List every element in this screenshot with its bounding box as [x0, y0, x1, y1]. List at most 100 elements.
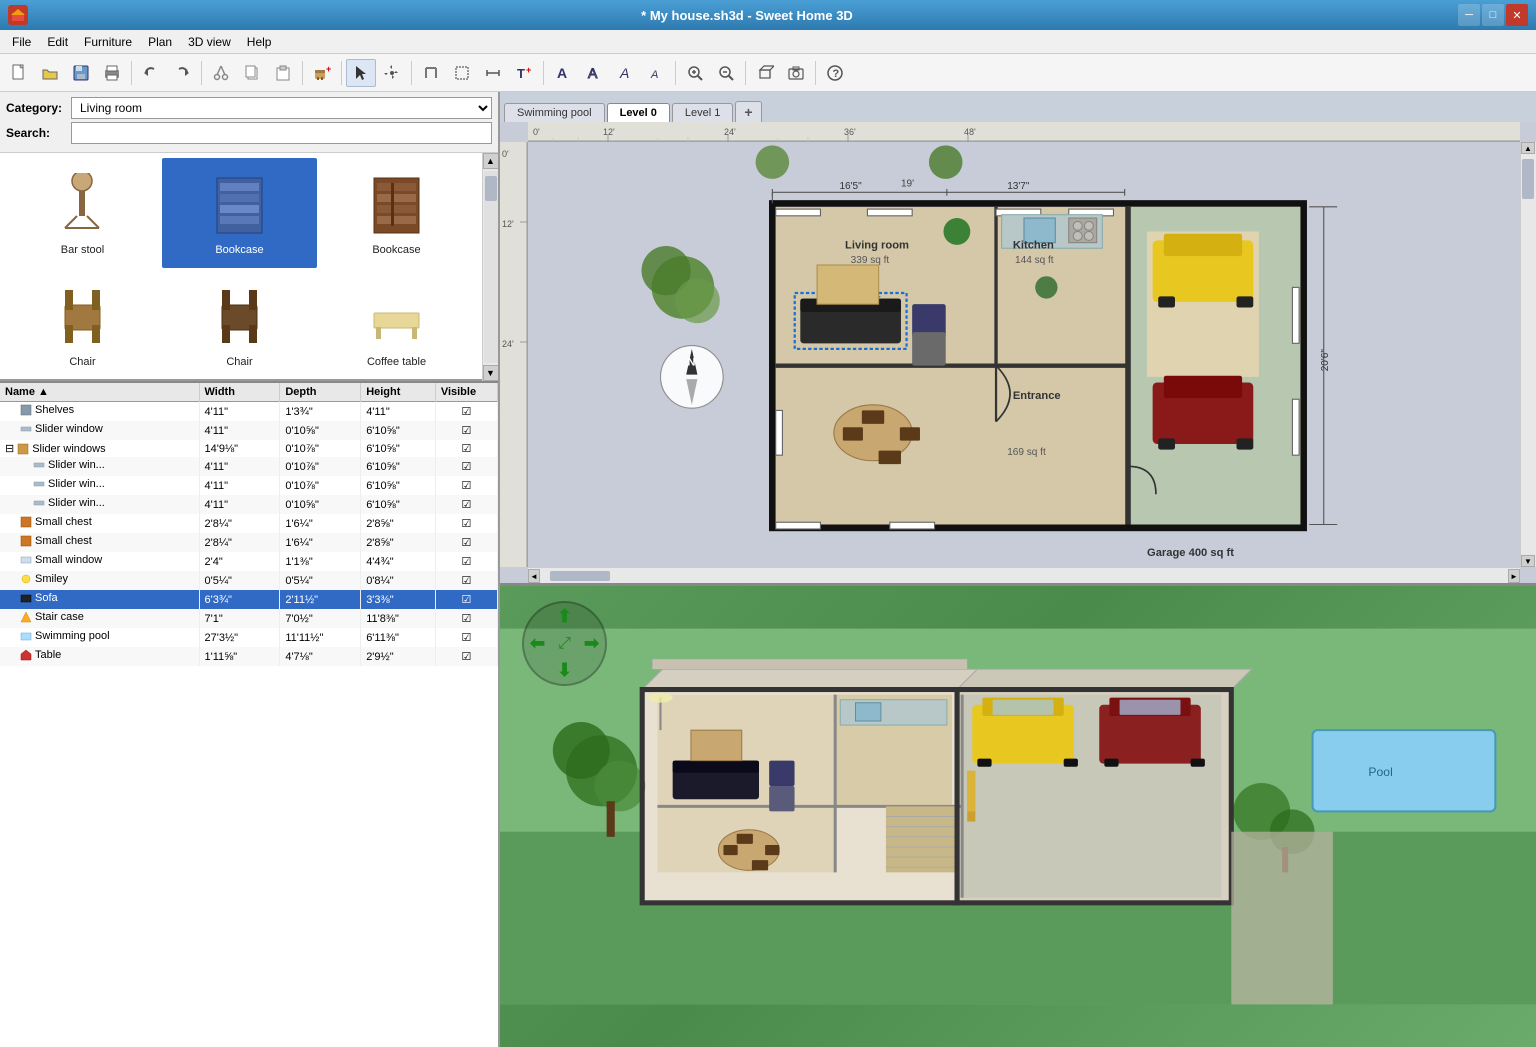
col-height[interactable]: Height — [361, 383, 436, 402]
maximize-button[interactable]: □ — [1482, 4, 1504, 26]
table-row[interactable]: Slider win... 4'11" 0'10⅞" 6'10⅝" ☑ — [0, 457, 498, 476]
tab-swimming-pool[interactable]: Swimming pool — [504, 103, 605, 122]
category-row: Category: Living room Bedroom Kitchen Ba… — [6, 97, 492, 119]
svg-text:+: + — [326, 64, 331, 74]
views-container: 0' 12' 24' 36' 48' — [500, 122, 1536, 1047]
title-bar: * My house.sh3d - Sweet Home 3D ─ □ ✕ — [0, 0, 1536, 30]
create-label-button[interactable]: T+ — [509, 59, 539, 87]
col-visible[interactable]: Visible — [435, 383, 497, 402]
plan-hscrollbar[interactable]: ◄ ► — [528, 567, 1520, 583]
col-width[interactable]: Width — [199, 383, 280, 402]
svg-text:Living room: Living room — [845, 239, 909, 251]
furniture-item-bookcase1[interactable]: Bookcase — [162, 158, 317, 268]
svg-text:36': 36' — [844, 127, 856, 137]
nav-down[interactable]: ⬇ — [557, 660, 572, 681]
open-button[interactable] — [35, 59, 65, 87]
create-wall-button[interactable] — [416, 59, 446, 87]
menu-help[interactable]: Help — [239, 33, 280, 51]
plan-vscrollbar[interactable]: ▲ ▼ — [1520, 142, 1536, 567]
cut-button[interactable] — [206, 59, 236, 87]
table-row[interactable]: Small chest 2'8¼" 1'6¼" 2'8⅝" ☑ — [0, 533, 498, 552]
row-visible: ☑ — [435, 628, 497, 647]
new-button[interactable] — [4, 59, 34, 87]
help-button[interactable]: ? — [820, 59, 850, 87]
paste-button[interactable] — [268, 59, 298, 87]
table-row[interactable]: Slider window 4'11" 0'10⅝" 6'10⅝" ☑ — [0, 421, 498, 440]
table-row[interactable]: Small chest 2'8¼" 1'6¼" 2'8⅝" ☑ — [0, 514, 498, 533]
plan-view-area: 0' 12' 24' 36' 48' — [500, 122, 1536, 583]
nav-left[interactable]: ⬅ — [530, 633, 545, 654]
bookcase2-icon — [362, 171, 432, 241]
grid-scroll-down[interactable]: ▼ — [483, 365, 499, 381]
tab-level0[interactable]: Level 0 — [607, 103, 670, 122]
menu-edit[interactable]: Edit — [39, 33, 76, 51]
table-row[interactable]: Shelves 4'11" 1'3¾" 4'11" ☑ — [0, 402, 498, 422]
nav-up[interactable]: ⬆ — [557, 606, 572, 627]
save-button[interactable] — [66, 59, 96, 87]
menu-bar: File Edit Furniture Plan 3D view Help — [0, 30, 1536, 54]
svg-text:Garage 400 sq ft: Garage 400 sq ft — [1147, 547, 1234, 559]
svg-text:A: A — [650, 69, 658, 81]
coffee-table-label: Coffee table — [367, 356, 426, 368]
text-style-bold[interactable]: A — [548, 59, 578, 87]
row-visible: ☑ — [435, 590, 497, 609]
text-style-small[interactable]: A — [641, 59, 671, 87]
table-row[interactable]: Slider win... 4'11" 0'10⅝" 6'10⅝" ☑ — [0, 495, 498, 514]
row-name: Small chest — [0, 514, 199, 533]
col-depth[interactable]: Depth — [280, 383, 361, 402]
menu-plan[interactable]: Plan — [140, 33, 180, 51]
create-room-button[interactable] — [447, 59, 477, 87]
table-row[interactable]: ⊟ Slider windows 14'9⅛" 0'10⅞" 6'10⅝" ☑ — [0, 440, 498, 457]
bar-stool-label: Bar stool — [61, 244, 104, 256]
col-name[interactable]: Name ▲ — [0, 383, 199, 402]
plan-content[interactable]: N 16'5" 13'7" — [528, 142, 1520, 567]
furniture-item-bar-stool[interactable]: Bar stool — [5, 158, 160, 268]
table-row[interactable]: Slider win... 4'11" 0'10⅞" 6'10⅝" ☑ — [0, 476, 498, 495]
table-row[interactable]: Small window 2'4" 1'1⅜" 4'4¾" ☑ — [0, 552, 498, 571]
add-level-tab[interactable]: + — [735, 101, 761, 122]
zoom-in-button[interactable] — [680, 59, 710, 87]
close-button[interactable]: ✕ — [1506, 4, 1528, 26]
text-style-italic[interactable]: A — [610, 59, 640, 87]
furniture-item-coffee-table[interactable]: Coffee table — [319, 270, 474, 380]
copy-button[interactable] — [237, 59, 267, 87]
zoom-out-button[interactable] — [711, 59, 741, 87]
table-row[interactable]: Stair case 7'1" 7'0½" 11'8⅜" ☑ — [0, 609, 498, 628]
select-button[interactable] — [346, 59, 376, 87]
menu-file[interactable]: File — [4, 33, 39, 51]
svg-text:169 sq ft: 169 sq ft — [1007, 447, 1046, 458]
add-furniture-button[interactable]: + — [307, 59, 337, 87]
nav-right[interactable]: ➡ — [584, 633, 599, 654]
table-row[interactable]: Table 1'11⅝" 4'7⅛" 2'9½" ☑ — [0, 647, 498, 666]
svg-text:12': 12' — [502, 219, 514, 229]
window-controls: ─ □ ✕ — [1458, 4, 1528, 26]
row-visible: ☑ — [435, 402, 497, 422]
furniture-item-chair1[interactable]: Chair — [5, 270, 160, 380]
redo-button[interactable] — [167, 59, 197, 87]
menu-3dview[interactable]: 3D view — [180, 33, 239, 51]
row-height: 4'11" — [361, 402, 436, 422]
menu-furniture[interactable]: Furniture — [76, 33, 140, 51]
text-style-outline[interactable]: A — [579, 59, 609, 87]
svg-text:T: T — [517, 66, 525, 81]
furniture-grid-wrapper: Bar stool Bookcase — [0, 153, 498, 383]
photo-button[interactable] — [781, 59, 811, 87]
furniture-item-chair2[interactable]: Chair — [162, 270, 317, 380]
table-row-sofa[interactable]: Sofa 6'3¾" 2'11½" 3'3⅜" ☑ — [0, 590, 498, 609]
tab-level1[interactable]: Level 1 — [672, 103, 733, 122]
undo-button[interactable] — [136, 59, 166, 87]
search-input[interactable] — [71, 122, 492, 144]
table-row[interactable]: Swimming pool 27'3½" 11'11½" 6'11⅜" ☑ — [0, 628, 498, 647]
3d-view-button[interactable] — [750, 59, 780, 87]
minimize-button[interactable]: ─ — [1458, 4, 1480, 26]
furniture-item-bookcase2[interactable]: Bookcase — [319, 158, 474, 268]
row-name: Table — [0, 647, 199, 666]
view-3d-area: Pool ⬆ ⬅ ⤢ ➡ ⬇ — [500, 586, 1536, 1047]
create-dimension-button[interactable] — [478, 59, 508, 87]
category-select[interactable]: Living room Bedroom Kitchen Bathroom Off… — [71, 97, 492, 119]
table-row[interactable]: Smiley 0'5¼" 0'5¼" 0'8¼" ☑ — [0, 571, 498, 590]
print-button[interactable] — [97, 59, 127, 87]
nav-center[interactable]: ⤢ — [558, 635, 571, 653]
pan-button[interactable] — [377, 59, 407, 87]
grid-scroll-up[interactable]: ▲ — [483, 153, 499, 169]
